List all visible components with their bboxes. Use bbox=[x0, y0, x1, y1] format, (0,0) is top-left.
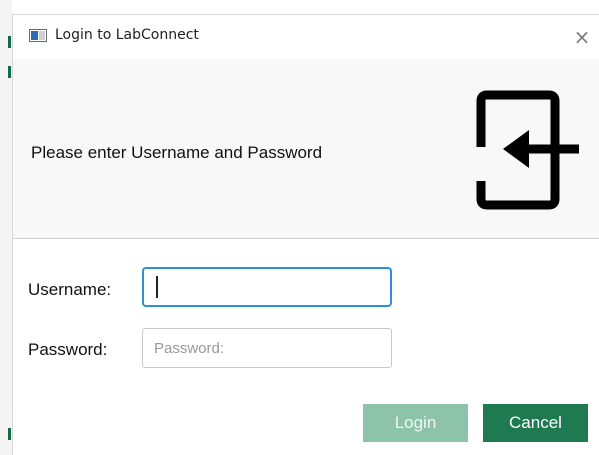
password-placeholder: Password: bbox=[154, 339, 225, 357]
title-bar[interactable]: Login to LabConnect × bbox=[13, 15, 599, 59]
login-icon bbox=[476, 90, 579, 210]
cancel-button[interactable]: Cancel bbox=[483, 404, 588, 442]
login-dialog: Login to LabConnect × Please enter Usern… bbox=[12, 14, 599, 455]
background-mark bbox=[8, 66, 11, 78]
header-banner: Please enter Username and Password bbox=[13, 59, 599, 238]
text-caret bbox=[156, 276, 158, 298]
background-mark bbox=[8, 428, 11, 440]
header-separator bbox=[13, 238, 599, 239]
username-input[interactable] bbox=[142, 267, 392, 307]
login-button[interactable]: Login bbox=[363, 404, 468, 442]
window-app-icon bbox=[29, 29, 47, 42]
password-label: Password: bbox=[28, 340, 108, 359]
username-label: Username: bbox=[28, 280, 112, 299]
password-input[interactable]: Password: bbox=[142, 328, 392, 368]
close-icon: × bbox=[573, 25, 591, 49]
window-title: Login to LabConnect bbox=[55, 27, 199, 43]
login-prompt: Please enter Username and Password bbox=[31, 143, 323, 162]
background-mark bbox=[8, 36, 11, 48]
close-button[interactable]: × bbox=[565, 21, 599, 53]
background-window-edge bbox=[0, 0, 12, 455]
